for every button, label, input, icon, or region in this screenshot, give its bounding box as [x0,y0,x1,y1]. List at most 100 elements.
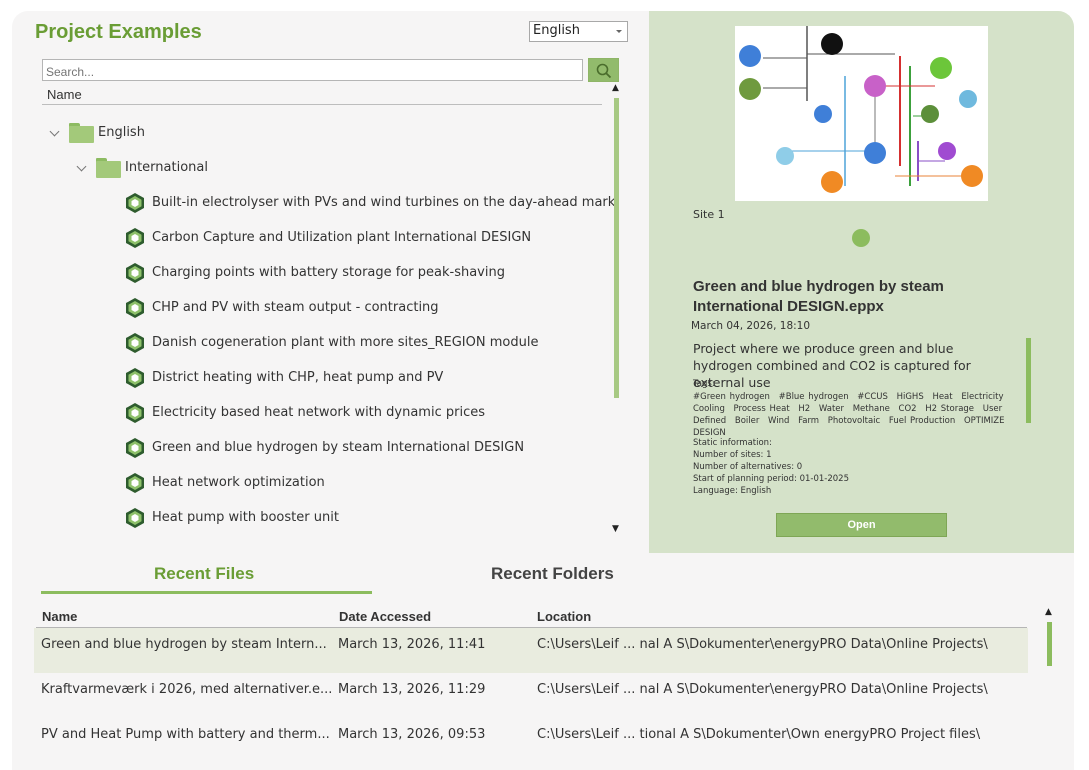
tree-item-project[interactable]: Electricity based heat network with dyna… [42,396,614,431]
tag: Process Heat [733,404,790,414]
recent-file-date: March 13, 2026, 11:29 [338,682,486,697]
project-file-icon [126,368,144,388]
tag: #CCUS [857,392,888,402]
search-button[interactable] [588,58,619,82]
site-label: Site 1 [693,208,725,221]
tag: H2 Storage [925,404,975,414]
project-file-icon [126,228,144,248]
language-select[interactable]: English [529,21,628,42]
tree-item-project[interactable] [42,536,614,538]
tree-item-project[interactable]: Danish cogeneration plant with more site… [42,326,614,361]
static-information: Static information: Number of sites: 1 Num… [693,437,849,497]
tab-recent-files[interactable]: Recent Files [154,564,254,584]
tag: #Blue hydrogen [778,392,849,402]
divider [42,104,602,105]
tree-folder-english[interactable]: English [42,116,614,151]
tree-item-project[interactable]: Heat network optimization [42,466,614,501]
tag: HiGHS [896,392,924,402]
tag: OPTIMIZE [963,416,1005,426]
recent-file-name: PV and Heat Pump with battery and therm.… [41,727,330,742]
project-file-icon [126,508,144,528]
search-icon [596,63,612,79]
project-file-icon [126,438,144,458]
static-info-line: Language: English [693,486,772,496]
recent-file-row[interactable]: Kraftvarmeværk i 2026, med alternativer.… [34,673,1028,718]
recent-file-row[interactable]: Green and blue hydrogen by steam Intern.… [34,628,1028,673]
tree-item-project[interactable]: Carbon Capture and Utilization plant Int… [42,221,614,256]
chevron-down-icon[interactable] [49,126,60,137]
description-scrollbar-thumb[interactable] [1026,338,1031,423]
tag: Fuel Production [888,416,956,426]
tree-item-label: Heat network optimization [152,475,325,490]
scroll-down-arrow[interactable]: ▼ [612,524,619,534]
tree-item-label: Carbon Capture and Utilization plant Int… [152,230,532,245]
recent-scrollbar-thumb[interactable] [1047,622,1052,666]
tree-folder-label: International [125,160,208,175]
tree-item-label: Built-in electrolyser with PVs and wind … [152,195,614,210]
recent-file-location: C:\Users\Leif ... nal A S\Dokumenter\ene… [537,682,988,697]
tree-folder-label: English [98,125,145,140]
tag: Farm [798,416,820,426]
tab-recent-folders[interactable]: Recent Folders [491,564,614,584]
page-title: Project Examples [35,21,202,43]
tree-column-header[interactable]: Name [47,87,82,102]
open-button[interactable]: Open [776,513,947,537]
tree-item-project[interactable]: Charging points with battery storage for… [42,256,614,291]
folder-icon [96,158,121,178]
recent-file-location: C:\Users\Leif ... tional A S\Dokumenter\… [537,727,981,742]
project-tree: English International Built-in electroly… [42,106,614,538]
tree-scrollbar-thumb[interactable] [614,98,619,398]
tree-item-label: Green and blue hydrogen by steam Interna… [152,440,525,455]
tag: Electricity [961,392,1004,402]
tags-list: #Green hydrogen #Blue hydrogen #CCUS HiG… [693,391,1023,439]
static-info-line: Static information: [693,438,772,448]
tag: H2 [798,404,811,414]
column-header-date[interactable]: Date Accessed [339,609,431,624]
search-input[interactable] [42,59,583,81]
project-date: March 04, 2026, 18:10 [691,320,811,332]
chevron-down-icon[interactable] [76,161,87,172]
static-info-line: Start of planning period: 01-01-2025 [693,474,849,484]
tag: Water [818,404,845,414]
tree-item-label: Electricity based heat network with dyna… [152,405,485,420]
recent-file-name: Green and blue hydrogen by steam Intern.… [41,637,327,652]
tree-item-project[interactable]: District heating with CHP, heat pump and… [42,361,614,396]
tag: Wind [768,416,790,426]
tree-item-project[interactable]: CHP and PV with steam output - contracti… [42,291,614,326]
project-file-icon [126,473,144,493]
recent-file-row[interactable]: PV and Heat Pump with battery and therm.… [34,718,1028,763]
project-file-icon [126,403,144,423]
tree-item-project[interactable]: Heat pump with booster unit [42,501,614,536]
project-preview: Site 1 Green and blue hydrogen by steam … [649,11,1074,553]
active-tab-indicator [41,591,372,594]
tree-item-label: District heating with CHP, heat pump and… [152,370,444,385]
recent-file-date: March 13, 2026, 11:41 [338,637,486,652]
project-file-icon [126,298,144,318]
tree-item-project[interactable]: Built-in electrolyser with PVs and wind … [42,186,614,221]
column-header-location[interactable]: Location [537,609,591,624]
project-title: Green and blue hydrogen by steam Interna… [693,278,944,315]
chevron-down-icon [616,30,622,33]
tag: #Green hydrogen [693,392,770,402]
tree-item-label: Danish cogeneration plant with more site… [152,335,539,350]
recent-file-date: March 13, 2026, 09:53 [338,727,486,742]
project-file-icon [126,263,144,283]
project-file-icon [126,193,144,213]
tag: Heat [932,392,953,402]
tag: Methane [852,404,890,414]
project-file-icon [126,333,144,353]
project-description: Project where we produce green and blue … [693,341,971,390]
column-header-name[interactable]: Name [42,609,77,624]
scroll-up-arrow[interactable]: ▲ [1045,607,1052,617]
recent-file-location: C:\Users\Leif ... nal A S\Dokumenter\ene… [537,637,988,652]
tree-item-label: CHP and PV with steam output - contracti… [152,300,439,315]
tree-item-project[interactable]: Green and blue hydrogen by steam Interna… [42,431,614,466]
tree-folder-international[interactable]: International [42,151,614,186]
scroll-up-arrow[interactable]: ▲ [612,83,619,93]
tag: Cooling [693,404,725,414]
recent-file-name: Kraftvarmeværk i 2026, med alternativer.… [41,682,333,697]
tag: Boiler [734,416,760,426]
site-indicator-dot[interactable] [852,229,870,247]
project-diagram-image [735,26,988,201]
tag: CO2 [898,404,917,414]
